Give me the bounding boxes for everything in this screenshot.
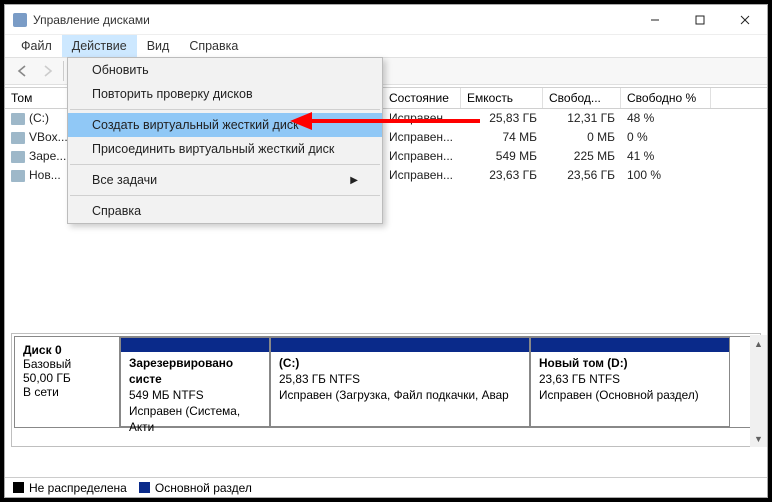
- partition-title: Зарезервировано систе: [129, 356, 261, 388]
- partition[interactable]: Зарезервировано систе 549 МБ NTFS Исправ…: [120, 337, 270, 427]
- partition[interactable]: (C:) 25,83 ГБ NTFS Исправен (Загрузка, Ф…: [270, 337, 530, 427]
- disk-row[interactable]: Диск 0 Базовый 50,00 ГБ В сети Зарезерви…: [14, 336, 758, 428]
- action-dropdown: Обновить Повторить проверку дисков Созда…: [67, 57, 383, 224]
- maximize-button[interactable]: [677, 5, 722, 35]
- disk-label: Диск 0: [23, 343, 111, 357]
- disk-layout-panel: Диск 0 Базовый 50,00 ГБ В сети Зарезерви…: [11, 333, 761, 447]
- partition-status: Исправен (Система, Акти: [129, 404, 261, 436]
- forward-button[interactable]: [35, 60, 59, 82]
- menubar: Файл Действие Вид Справка: [5, 35, 767, 57]
- legend-unallocated: Не распределена: [29, 481, 127, 495]
- partition-bar: [531, 338, 729, 352]
- menu-view[interactable]: Вид: [137, 35, 180, 57]
- menu-attach-vhd[interactable]: Присоединить виртуальный жесткий диск: [68, 137, 382, 161]
- toolbar-separator: [63, 61, 64, 81]
- disk-type: Базовый: [23, 357, 111, 371]
- legend: Не распределена Основной раздел: [5, 477, 767, 497]
- cell-free-pct: 41 %: [621, 147, 711, 166]
- disk-management-window: Управление дисками Файл Действие Вид Спр…: [4, 4, 768, 498]
- partition-status: Исправен (Основной раздел): [539, 388, 721, 404]
- chevron-right-icon: ▶: [350, 175, 358, 186]
- legend-swatch-primary: [139, 482, 150, 493]
- menu-help[interactable]: Справка: [179, 35, 248, 57]
- close-button[interactable]: [722, 5, 767, 35]
- menu-file[interactable]: Файл: [11, 35, 62, 57]
- partition-size: 549 МБ NTFS: [129, 388, 261, 404]
- window-title: Управление дисками: [33, 13, 632, 27]
- back-button[interactable]: [11, 60, 35, 82]
- cell-free: 23,56 ГБ: [543, 166, 621, 185]
- partition-size: 23,63 ГБ NTFS: [539, 372, 721, 388]
- col-capacity[interactable]: Емкость: [461, 88, 543, 108]
- minimize-button[interactable]: [632, 5, 677, 35]
- scroll-up-button[interactable]: ▲: [750, 335, 767, 352]
- cell-volume: VBox...: [29, 130, 68, 144]
- partition[interactable]: Новый том (D:) 23,63 ГБ NTFS Исправен (О…: [530, 337, 730, 427]
- cell-free: 225 МБ: [543, 147, 621, 166]
- cell-volume: Нов...: [29, 168, 61, 182]
- annotation-arrow: [290, 109, 480, 133]
- partition-size: 25,83 ГБ NTFS: [279, 372, 521, 388]
- cell-free-pct: 0 %: [621, 128, 711, 147]
- cell-free-pct: 100 %: [621, 166, 711, 185]
- volume-icon: [11, 170, 25, 182]
- cell-free: 0 МБ: [543, 128, 621, 147]
- volume-icon: [11, 113, 25, 125]
- menu-action[interactable]: Действие: [62, 35, 137, 57]
- cell-volume: (C:): [29, 111, 49, 125]
- col-state[interactable]: Состояние: [383, 88, 461, 108]
- dropdown-separator: [70, 195, 380, 196]
- cell-volume: Заре...: [29, 149, 66, 163]
- disk-header: Диск 0 Базовый 50,00 ГБ В сети: [15, 337, 120, 427]
- app-icon: [13, 13, 27, 27]
- menu-refresh[interactable]: Обновить: [68, 58, 382, 82]
- partition-bar: [271, 338, 529, 352]
- legend-swatch-unallocated: [13, 482, 24, 493]
- titlebar: Управление дисками: [5, 5, 767, 35]
- volume-icon: [11, 132, 25, 144]
- partition-bar: [121, 338, 269, 352]
- scroll-down-button[interactable]: ▼: [750, 430, 767, 447]
- col-free[interactable]: Свобод...: [543, 88, 621, 108]
- menu-rescan[interactable]: Повторить проверку дисков: [68, 82, 382, 106]
- cell-free: 12,31 ГБ: [543, 109, 621, 128]
- menu-help-item[interactable]: Справка: [68, 199, 382, 223]
- cell-free-pct: 48 %: [621, 109, 711, 128]
- partition-title: (C:): [279, 356, 521, 372]
- menu-all-tasks[interactable]: Все задачи▶: [68, 168, 382, 192]
- window-controls: [632, 5, 767, 35]
- volume-icon: [11, 151, 25, 163]
- disk-status: В сети: [23, 385, 111, 399]
- cell-capacity: 23,63 ГБ: [461, 166, 543, 185]
- legend-primary: Основной раздел: [155, 481, 252, 495]
- dropdown-separator: [70, 164, 380, 165]
- scrollbar-vertical[interactable]: ▲ ▼: [750, 335, 767, 447]
- col-free-pct[interactable]: Свободно %: [621, 88, 711, 108]
- cell-state: Исправен...: [383, 147, 461, 166]
- cell-state: Исправен...: [383, 166, 461, 185]
- partition-status: Исправен (Загрузка, Файл подкачки, Авар: [279, 388, 521, 404]
- cell-capacity: 549 МБ: [461, 147, 543, 166]
- disk-size: 50,00 ГБ: [23, 371, 111, 385]
- partition-title: Новый том (D:): [539, 356, 721, 372]
